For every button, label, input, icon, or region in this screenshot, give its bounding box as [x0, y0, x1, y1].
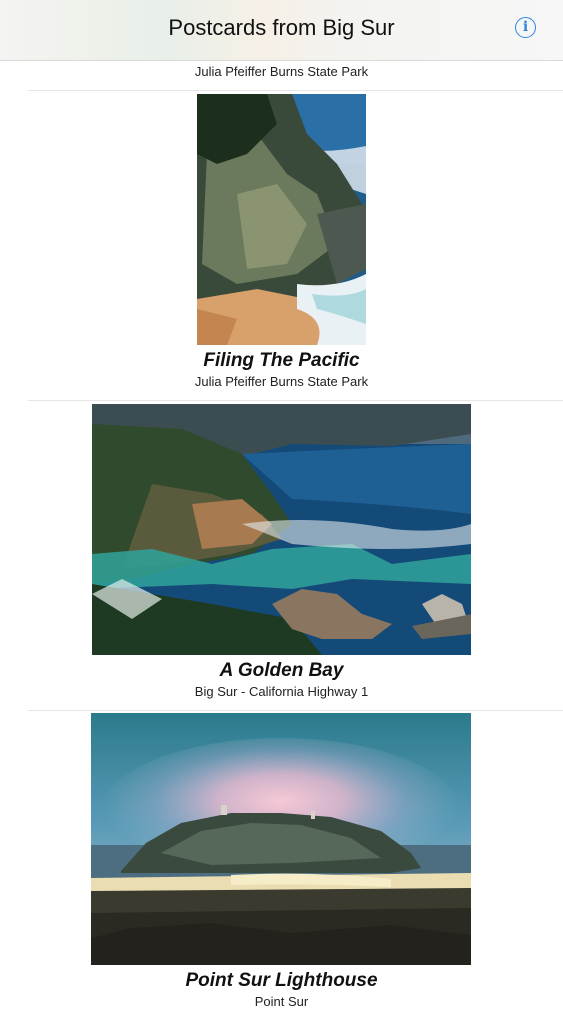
postcard-title: Filing The Pacific [203, 350, 360, 371]
postcard-photo[interactable] [197, 94, 366, 345]
separator [28, 400, 563, 401]
postcard-title: A Golden Bay [219, 660, 344, 681]
info-icon[interactable]: i [515, 17, 536, 38]
nav-title: Postcards from Big Sur [168, 15, 395, 40]
postcard-photo[interactable] [91, 713, 471, 965]
postcard-photo[interactable] [92, 404, 471, 655]
postcard-title: Point Sur Lighthouse [185, 970, 378, 991]
separator [28, 90, 563, 91]
postcard-location: Julia Pfeiffer Burns State Park [194, 374, 369, 389]
postcard-location: Point Sur [254, 994, 309, 1009]
navigation-bar: Postcards from Big Sur i [0, 0, 563, 61]
separator [28, 710, 563, 711]
postcard-location: Big Sur - California Highway 1 [194, 684, 369, 699]
postcard-location: Julia Pfeiffer Burns State Park [194, 64, 369, 79]
